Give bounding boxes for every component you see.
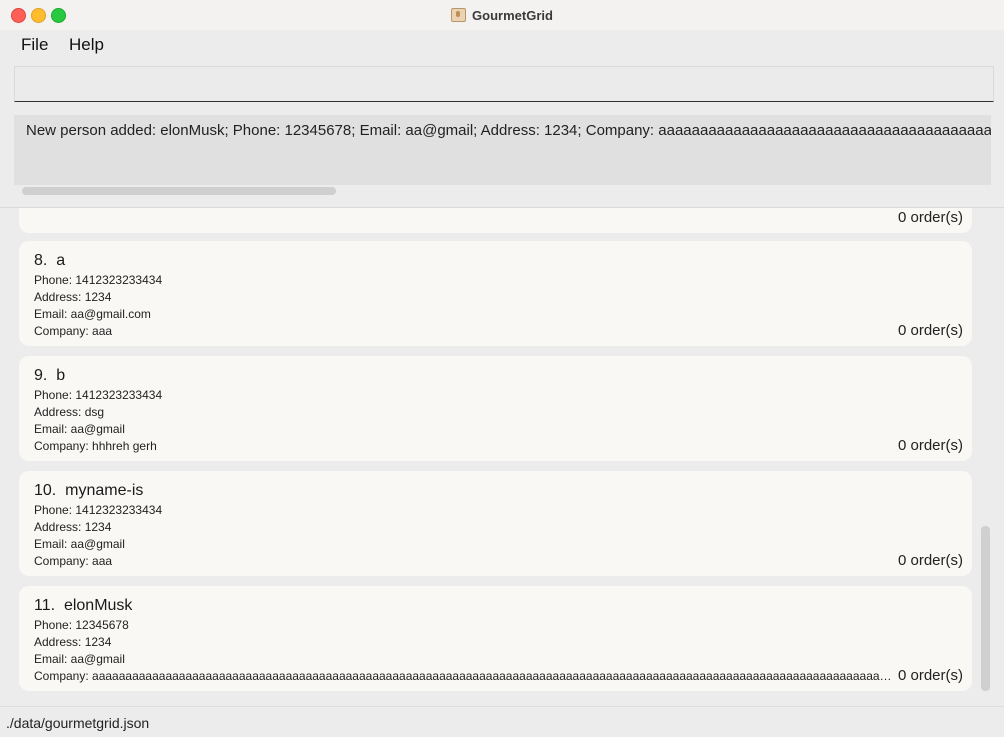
- order-count: 0 order(s): [897, 552, 963, 569]
- person-email: Email: aa@gmail: [34, 537, 125, 551]
- person-name: 11. elonMusk: [34, 597, 133, 614]
- person-name: 9. b: [34, 367, 66, 384]
- order-count: 0 order(s): [897, 322, 963, 339]
- command-input[interactable]: [14, 66, 994, 102]
- menu-bar: File Help: [0, 30, 1004, 60]
- result-message: New person added: elonMusk; Phone: 12345…: [26, 122, 991, 139]
- person-address: Address: 1234: [34, 635, 112, 649]
- person-email: Email: aa@gmail: [34, 652, 125, 666]
- person-card[interactable]: 8. a Phone: 1412323233434 Address: 1234 …: [19, 241, 972, 346]
- person-address: Address: 1234: [34, 290, 112, 304]
- status-bar: ./data/gourmetgrid.json: [0, 706, 1004, 737]
- person-name: 8. a: [34, 252, 66, 269]
- person-phone: Phone: 1412323233434: [34, 503, 163, 517]
- person-card[interactable]: 10. myname-is Phone: 1412323233434 Addre…: [19, 471, 972, 576]
- list-scroll-thumb[interactable]: [981, 526, 990, 691]
- order-count: 0 order(s): [897, 209, 963, 226]
- person-card-partial[interactable]: 0 order(s): [19, 208, 972, 233]
- person-card[interactable]: 9. b Phone: 1412323233434 Address: dsg E…: [19, 356, 972, 461]
- result-scroll-thumb[interactable]: [22, 187, 336, 195]
- window-title-group: GourmetGrid: [0, 0, 1004, 30]
- person-list[interactable]: 0 order(s) 8. a Phone: 1412323233434 Add…: [14, 208, 994, 705]
- person-company: Company: hhhreh gerh: [34, 439, 157, 453]
- person-email: Email: aa@gmail: [34, 422, 125, 436]
- person-company: Company: aaa: [34, 324, 113, 338]
- person-address: Address: 1234: [34, 520, 112, 534]
- person-company: Company: aaa: [34, 554, 113, 568]
- save-file-path: ./data/gourmetgrid.json: [6, 715, 150, 731]
- menu-help[interactable]: Help: [69, 35, 104, 55]
- result-horizontal-scrollbar[interactable]: [14, 185, 991, 197]
- window-title: GourmetGrid: [472, 7, 553, 23]
- title-bar: GourmetGrid: [0, 0, 1004, 31]
- person-company: Company: aaaaaaaaaaaaaaaaaaaaaaaaaaaaaaa…: [34, 669, 894, 683]
- person-card[interactable]: 11. elonMusk Phone: 12345678 Address: 12…: [19, 586, 972, 691]
- app-icon: [451, 8, 467, 22]
- person-phone: Phone: 1412323233434: [34, 273, 163, 287]
- person-name: 10. myname-is: [34, 482, 144, 499]
- menu-file[interactable]: File: [21, 35, 48, 55]
- order-count: 0 order(s): [897, 437, 963, 454]
- order-count: 0 order(s): [897, 667, 963, 684]
- person-email: Email: aa@gmail.com: [34, 307, 151, 321]
- person-phone: Phone: 12345678: [34, 618, 129, 632]
- result-display: New person added: elonMusk; Phone: 12345…: [14, 115, 991, 185]
- person-phone: Phone: 1412323233434: [34, 388, 163, 402]
- person-address: Address: dsg: [34, 405, 105, 419]
